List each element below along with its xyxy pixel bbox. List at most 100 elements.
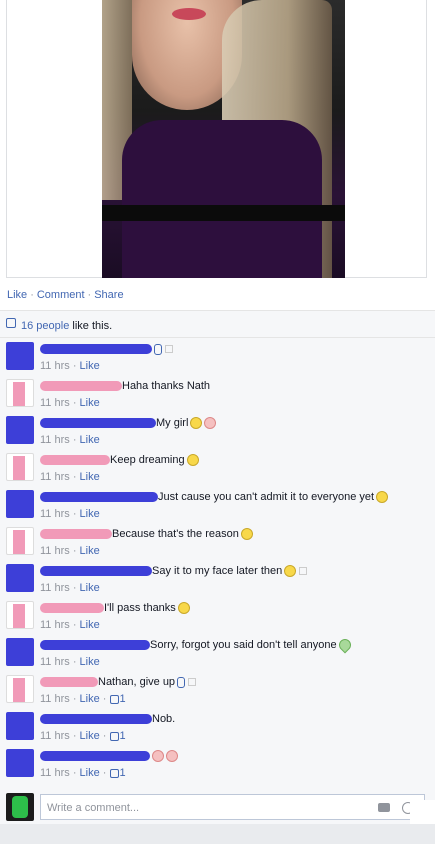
avatar[interactable] <box>6 379 34 407</box>
comment-like-link[interactable]: Like <box>80 471 100 483</box>
redacted-name[interactable] <box>40 714 152 725</box>
camera-icon[interactable] <box>378 803 390 812</box>
comment-like-count[interactable]: 1 <box>120 730 126 742</box>
comment-body: Haha thanks Nath <box>122 380 211 392</box>
share-link[interactable]: Share <box>94 289 123 301</box>
comment-like-link[interactable]: Like <box>80 582 100 594</box>
thumbs-up-icon <box>6 318 16 328</box>
comment-text-line: Nathan, give uphand-iconsquare-icon <box>40 676 415 688</box>
avatar[interactable] <box>6 749 34 777</box>
thumbs-up-icon <box>109 768 119 778</box>
hand-icon: hand-icon <box>177 676 186 688</box>
comment-like-link[interactable]: Like <box>80 619 100 631</box>
comment-time[interactable]: 11 hrs <box>40 619 70 631</box>
comment-body: My girl <box>156 417 189 429</box>
post-photo[interactable] <box>102 0 345 278</box>
redacted-name[interactable] <box>40 418 156 429</box>
comment-like-link[interactable]: Like <box>80 508 100 520</box>
comment-like-link[interactable]: Like <box>80 360 100 372</box>
comment-row: Say it to my face later thenwink-emojisq… <box>0 560 435 597</box>
avatar[interactable] <box>6 453 34 481</box>
comment-input[interactable]: Write a comment... <box>40 794 425 820</box>
redacted-name[interactable] <box>40 492 158 503</box>
comment-row: My girlwink-emojikiss-emoji 11 hrs · Like <box>0 412 435 449</box>
avatar[interactable] <box>6 675 34 703</box>
comment-time[interactable]: 11 hrs <box>40 545 70 557</box>
comment-meta: 11 hrs · Like · 1 <box>40 693 126 705</box>
likes-text: 16 people like this. <box>21 320 112 332</box>
comment-time[interactable]: 11 hrs <box>40 730 70 742</box>
comment-meta: 11 hrs · Like <box>40 434 100 446</box>
comment-time[interactable]: 11 hrs <box>40 508 70 520</box>
comment-like-count[interactable]: 1 <box>120 767 126 779</box>
comment-like-link[interactable]: Like <box>80 730 100 742</box>
comment-like-link[interactable]: Like <box>80 767 100 779</box>
redacted-name[interactable] <box>40 529 112 540</box>
comment-like-count[interactable]: 1 <box>120 693 126 705</box>
avatar[interactable] <box>6 527 34 555</box>
avatar[interactable] <box>6 564 34 592</box>
separator: · <box>69 397 80 409</box>
separator: · <box>69 693 80 705</box>
avatar[interactable] <box>6 342 34 370</box>
comment-time[interactable]: 11 hrs <box>40 767 70 779</box>
redacted-name[interactable] <box>40 344 152 355</box>
comment-meta: 11 hrs · Like <box>40 545 100 557</box>
comment-like-link[interactable]: Like <box>80 397 100 409</box>
redacted-name[interactable] <box>40 677 98 688</box>
comment-text-line: I'll pass thankswink-emoji <box>40 602 415 615</box>
comment-meta: 11 hrs · Like <box>40 656 100 668</box>
comment-time[interactable]: 11 hrs <box>40 693 70 705</box>
comment-row: Keep dreamingwink-emoji 11 hrs · Like <box>0 449 435 486</box>
comment-text-line: Just cause you can't admit it to everyon… <box>40 491 415 504</box>
redacted-name[interactable] <box>40 455 110 466</box>
comment-like-link[interactable]: Like <box>80 434 100 446</box>
comment-time[interactable]: 11 hrs <box>40 360 70 372</box>
comment-text-line: Haha thanks Nath <box>40 380 415 392</box>
comment-body: Nathan, give up <box>98 676 176 688</box>
avatar[interactable] <box>6 601 34 629</box>
comment-time[interactable]: 11 hrs <box>40 397 70 409</box>
embarrassed-emoji: embarrassed-emoji <box>376 491 389 504</box>
separator: · <box>69 508 80 520</box>
separator: · <box>99 730 110 742</box>
comment-link[interactable]: Comment <box>37 289 85 301</box>
comment-time[interactable]: 11 hrs <box>40 471 70 483</box>
wink-emoji: wink-emoji <box>186 454 199 467</box>
like-link[interactable]: Like <box>7 289 27 301</box>
comment-body: Keep dreaming <box>110 454 185 466</box>
comment-like-link[interactable]: Like <box>80 693 100 705</box>
kiss-emoji: kiss-emoji <box>204 417 217 430</box>
thumbs-up-icon <box>109 694 119 704</box>
comment-time[interactable]: 11 hrs <box>40 434 70 446</box>
separator: · <box>69 582 80 594</box>
thumbs-up-icon <box>109 731 119 741</box>
comment-text-line: hand-iconsquare-icon <box>40 343 415 355</box>
redacted-name[interactable] <box>40 381 122 392</box>
comment-like-link[interactable]: Like <box>80 545 100 557</box>
comments-list: hand-iconsquare-icon 11 hrs · Like Haha th… <box>0 338 435 793</box>
avatar[interactable] <box>6 416 34 444</box>
comment-text-line: Nob. <box>40 713 415 725</box>
redacted-name[interactable] <box>40 603 104 614</box>
comment-row: Sorry, forgot you said don't tell anyone… <box>0 634 435 671</box>
comment-meta: 11 hrs · Like · 1 <box>40 730 126 742</box>
avatar[interactable] <box>6 638 34 666</box>
avatar[interactable] <box>6 712 34 740</box>
separator: · <box>99 767 110 779</box>
write-comment-row: Write a comment... <box>0 790 435 824</box>
comment-time[interactable]: 11 hrs <box>40 656 70 668</box>
likes-count-link[interactable]: 16 people <box>21 320 69 332</box>
redacted-name[interactable] <box>40 751 150 762</box>
comment-row: Nathan, give uphand-iconsquare-icon 11 hr… <box>0 671 435 708</box>
redacted-name[interactable] <box>40 566 152 577</box>
avatar[interactable] <box>6 490 34 518</box>
comment-time[interactable]: 11 hrs <box>40 582 70 594</box>
separator: · <box>69 545 80 557</box>
comment-text-line: Keep dreamingwink-emoji <box>40 454 415 467</box>
comment-body: Because that's the reason <box>112 528 239 540</box>
comment-like-link[interactable]: Like <box>80 656 100 668</box>
redacted-name[interactable] <box>40 640 150 651</box>
wink-emoji: wink-emoji <box>190 417 203 430</box>
post-card: Like · Comment · Share 16 people like this. … <box>0 0 435 844</box>
